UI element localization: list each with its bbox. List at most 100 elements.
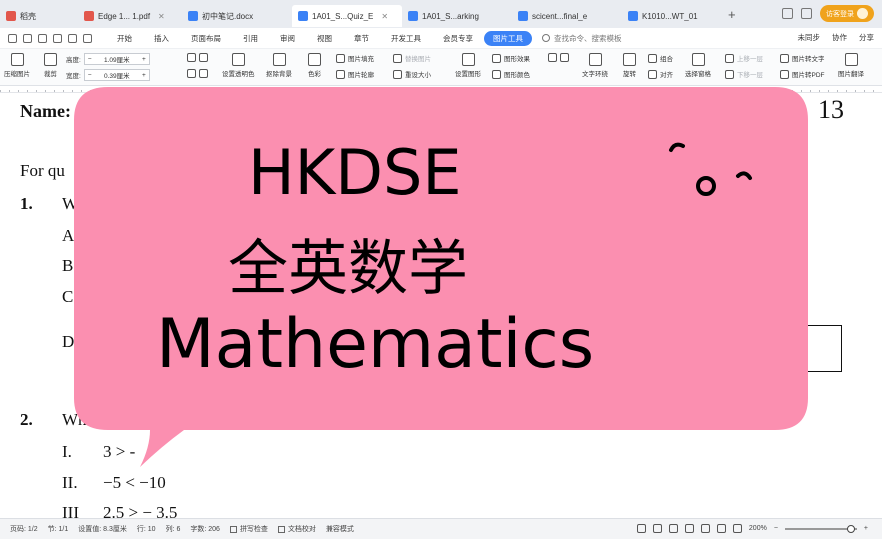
menu-review[interactable]: 审阅 xyxy=(269,31,306,46)
tab-label: 初中笔记.docx xyxy=(202,11,254,21)
zoom-slider-handle[interactable] xyxy=(846,524,855,533)
redo-icon[interactable] xyxy=(83,33,92,43)
tab-home[interactable]: 稻壳 xyxy=(0,5,78,27)
picture-to-text-button[interactable]: 图片转文字 xyxy=(780,53,825,63)
roman-numeral: III xyxy=(62,503,79,518)
group-button[interactable]: 组合 xyxy=(648,53,673,63)
menu-member[interactable]: 会员专享 xyxy=(432,31,484,46)
set-transparent-button[interactable]: 设置透明色 xyxy=(222,53,255,78)
color-button[interactable]: 色彩 xyxy=(308,53,321,78)
layout-icon[interactable] xyxy=(782,8,793,19)
size-options[interactable] xyxy=(187,69,208,78)
shape-color-button[interactable]: 图形颜色 xyxy=(492,69,530,79)
plus-icon[interactable]: + xyxy=(142,72,146,79)
close-icon[interactable]: ✕ xyxy=(158,12,165,21)
print-icon[interactable] xyxy=(38,33,47,43)
picture-to-pdf-button[interactable]: 图片转PDF xyxy=(780,69,825,79)
command-search[interactable]: 查找命令、搜索模板 xyxy=(542,33,622,44)
send-backward-button[interactable]: 下移一层 xyxy=(725,69,763,79)
tab-document[interactable]: K1010...WT_01 xyxy=(622,5,722,27)
ribbon-label: 裁剪 xyxy=(44,71,57,78)
rotate-button[interactable]: 旋转 xyxy=(623,53,636,78)
crop-button[interactable]: 裁剪 xyxy=(44,53,57,78)
set-shape-button[interactable]: 设置图形 xyxy=(455,53,481,78)
color-icon xyxy=(308,53,321,66)
picture-fill-button[interactable]: 图片填充 xyxy=(336,53,374,63)
ribbon-label: 色彩 xyxy=(308,71,321,78)
login-button[interactable]: 访客登录 xyxy=(820,5,874,22)
translate-icon xyxy=(844,53,858,66)
extra-tools[interactable] xyxy=(548,53,569,62)
title-tab-bar: 稻壳 Edge 1... 1.pdf ✕ 初中笔记.docx 1A01_S...… xyxy=(0,0,882,28)
close-icon[interactable]: ✕ xyxy=(381,12,388,21)
align-button[interactable]: 对齐 xyxy=(648,69,673,79)
minus-icon[interactable]: − xyxy=(88,72,92,79)
reset-size-button[interactable]: 重设大小 xyxy=(393,69,431,79)
menu-page-layout[interactable]: 页面布局 xyxy=(180,31,232,46)
width-input[interactable]: − 0.39厘米 + xyxy=(83,69,150,81)
zoom-slider[interactable] xyxy=(784,524,857,533)
save-icon[interactable] xyxy=(23,33,32,43)
width-field[interactable]: 宽度: − 0.39厘米 + xyxy=(66,69,150,81)
web-view-icon[interactable] xyxy=(700,524,710,533)
selection-pane-button[interactable]: 选择窗格 xyxy=(685,53,711,78)
eye-protect-icon[interactable] xyxy=(636,524,646,533)
tab-document-active[interactable]: 1A01_S...Quiz_E ✕ xyxy=(292,5,402,27)
text-wrap-button[interactable]: 文字环绕 xyxy=(582,53,608,78)
undo-icon[interactable] xyxy=(68,33,77,43)
shape-icon xyxy=(461,53,475,66)
proofread-toggle[interactable]: 文档校对 xyxy=(277,524,316,534)
tab-document[interactable]: Edge 1... 1.pdf ✕ xyxy=(78,5,182,27)
menu-home[interactable]: 开始 xyxy=(106,31,143,46)
compress-picture-button[interactable]: 压缩图片 xyxy=(4,53,30,78)
zoom-out-button[interactable]: − xyxy=(774,525,778,532)
horizontal-ruler[interactable] xyxy=(0,86,882,93)
picture-outline-button[interactable]: 图片轮廓 xyxy=(336,69,374,79)
dialog-icon xyxy=(199,69,208,78)
menu-view[interactable]: 视图 xyxy=(306,31,343,46)
pdf-file-icon xyxy=(84,11,94,21)
lock-ratio-button[interactable] xyxy=(187,53,208,62)
status-word-count[interactable]: 字数: 206 xyxy=(190,524,220,534)
remove-background-button[interactable]: 抠除背景 xyxy=(266,53,292,78)
height-field[interactable]: 高度: − 1.09厘米 + xyxy=(66,53,150,65)
proof-label: 文档校对 xyxy=(287,526,316,533)
menu-developer[interactable]: 开发工具 xyxy=(380,31,432,46)
share-button[interactable]: 分享 xyxy=(859,32,874,43)
menu-insert[interactable]: 插入 xyxy=(143,31,180,46)
menu-section[interactable]: 章节 xyxy=(343,31,380,46)
bring-forward-button[interactable]: 上移一层 xyxy=(725,53,763,63)
new-tab-button[interactable]: + xyxy=(728,7,736,22)
zoom-level[interactable]: 200% xyxy=(749,525,767,532)
sync-button[interactable]: 未同步 xyxy=(798,32,821,43)
plus-icon[interactable]: + xyxy=(142,56,146,63)
height-input[interactable]: − 1.09厘米 + xyxy=(83,53,150,65)
collaborate-button[interactable]: 协作 xyxy=(832,32,847,43)
status-page[interactable]: 页码: 1/2 xyxy=(10,524,38,534)
zoom-in-button[interactable]: + xyxy=(864,525,868,532)
tab-document[interactable]: 1A01_S...arking xyxy=(402,5,512,27)
reading-view-icon[interactable] xyxy=(684,524,694,533)
spell-check-toggle[interactable]: 拼写检查 xyxy=(229,524,268,534)
write-view-icon[interactable] xyxy=(716,524,726,533)
word-file-icon xyxy=(518,11,528,21)
search-placeholder: 查找命令、搜索模板 xyxy=(554,33,622,43)
picture-translate-button[interactable]: 图片翻译 xyxy=(838,53,864,78)
menu-references[interactable]: 引用 xyxy=(232,31,269,46)
outline-view-icon[interactable] xyxy=(668,524,678,533)
tab-document[interactable]: 初中笔记.docx xyxy=(182,5,292,27)
ribbon-label: 文字环绕 xyxy=(582,71,608,78)
menu-icon[interactable] xyxy=(8,33,17,43)
preview-icon[interactable] xyxy=(53,33,62,43)
shape-effect-button[interactable]: 图形效果 xyxy=(492,53,530,63)
grid-icon[interactable] xyxy=(801,8,812,19)
tab-document[interactable]: scicent...final_e xyxy=(512,5,622,27)
replace-picture-button[interactable]: 替换图片 xyxy=(393,53,431,63)
minus-icon[interactable]: − xyxy=(88,56,92,63)
ribbon-label: 对齐 xyxy=(660,72,673,79)
page-view-icon[interactable] xyxy=(652,524,662,533)
ribbon-label: 抠除背景 xyxy=(266,71,292,78)
menu-picture-tools[interactable]: 图片工具 xyxy=(484,30,532,46)
fit-page-icon[interactable] xyxy=(732,524,742,533)
menu-right-actions: 未同步 协作 分享 xyxy=(798,32,875,43)
